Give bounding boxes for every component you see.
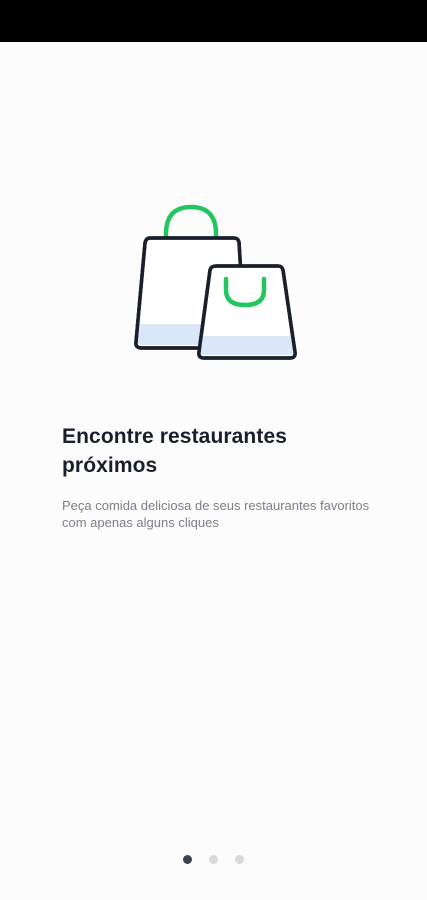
onboarding-title: Encontre restaurantes próximos xyxy=(62,425,288,477)
shopping-bags-icon xyxy=(128,202,303,362)
page-dot-3[interactable] xyxy=(235,854,244,864)
status-bar xyxy=(0,0,427,42)
page-indicator xyxy=(0,853,427,865)
onboarding-screen: Encontre restaurantes próximos Peça comi… xyxy=(0,42,427,900)
onboarding-subtitle: Peça comida deliciosa de seus restaurant… xyxy=(62,498,370,530)
page-dot-1[interactable] xyxy=(183,854,192,864)
page-dot-2[interactable] xyxy=(209,854,218,864)
